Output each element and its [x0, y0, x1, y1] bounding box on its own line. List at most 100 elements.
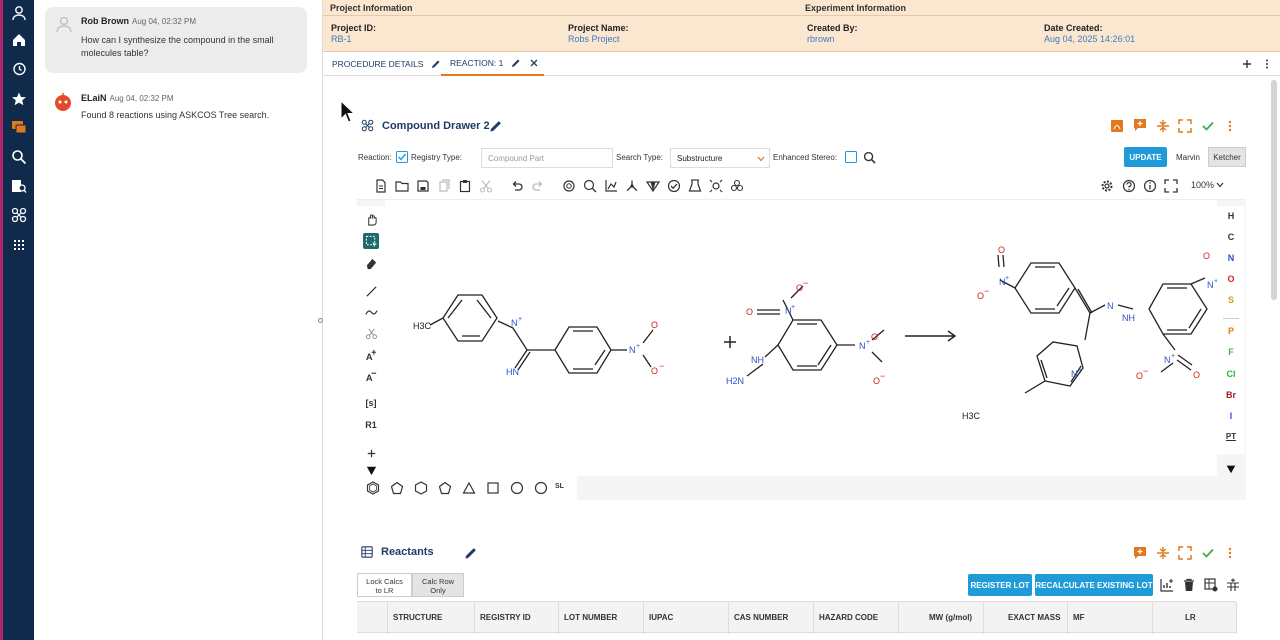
check-icon[interactable]: [1200, 118, 1216, 134]
column-header[interactable]: STRUCTURE: [393, 613, 442, 622]
charge-plus-icon[interactable]: A: [363, 347, 379, 363]
open-folder-icon[interactable]: [395, 179, 409, 193]
stereo-icon[interactable]: [645, 179, 661, 193]
atom-button[interactable]: S: [1217, 295, 1245, 311]
calc-row-only-button[interactable]: Calc Row Only: [412, 573, 464, 597]
atom-button[interactable]: PT: [1217, 432, 1245, 448]
atom-button[interactable]: F: [1217, 347, 1245, 363]
benzene-template-icon[interactable]: [366, 481, 380, 495]
edit-title-icon[interactable]: [463, 545, 479, 561]
dearomatize-icon[interactable]: [583, 179, 597, 193]
molecule-canvas[interactable]: H3C N + HN N + O O − O N + O − NH H2N N …: [385, 200, 1217, 476]
cyclopropane-template-icon[interactable]: [462, 481, 476, 495]
atom-button[interactable]: Br: [1217, 390, 1245, 406]
column-header[interactable]: IUPAC: [649, 613, 673, 622]
user-icon[interactable]: [8, 2, 30, 24]
check-icon[interactable]: [1200, 545, 1216, 561]
reaction-checkbox[interactable]: [396, 151, 408, 163]
more-vert-icon[interactable]: [1222, 545, 1238, 561]
edit-title-icon[interactable]: [488, 118, 504, 134]
copy-icon[interactable]: [437, 179, 451, 193]
s-group-tool[interactable]: [s]: [363, 395, 379, 411]
calculate-icon[interactable]: [688, 179, 702, 193]
expand-icon[interactable]: [1177, 118, 1193, 134]
lock-calcs-button[interactable]: Lock Calcs to LR: [357, 573, 412, 597]
save-icon[interactable]: [416, 179, 430, 193]
zoom-select[interactable]: 100%: [1191, 180, 1224, 190]
more-vert-icon[interactable]: [1259, 56, 1275, 72]
column-header[interactable]: MW (g/mol): [929, 613, 972, 622]
edit-icon[interactable]: [511, 58, 521, 68]
cyclooctane-template-icon[interactable]: [534, 481, 548, 495]
close-icon[interactable]: [529, 58, 539, 68]
settings-icon[interactable]: [1100, 179, 1114, 193]
add-column-icon[interactable]: [1225, 577, 1241, 593]
chain-tool-icon[interactable]: [363, 304, 379, 320]
add-comment-icon[interactable]: [1132, 545, 1148, 561]
cyclopentadiene-template-icon[interactable]: [390, 481, 404, 495]
plus-tool-icon[interactable]: [363, 445, 379, 461]
atom-button[interactable]: Cl: [1217, 369, 1245, 385]
template-3d-icon[interactable]: [730, 179, 744, 193]
more-vert-icon[interactable]: [1222, 118, 1238, 134]
new-file-icon[interactable]: [374, 179, 388, 193]
check-structure-icon[interactable]: [667, 179, 681, 193]
atom-button[interactable]: H: [1217, 211, 1245, 227]
column-header[interactable]: HAZARD CODE: [819, 613, 878, 622]
eraser-icon[interactable]: [363, 255, 379, 271]
apps-grid-icon[interactable]: [8, 234, 30, 256]
help-icon[interactable]: [1122, 179, 1136, 193]
explicit-h-icon[interactable]: [709, 179, 723, 193]
column-header[interactable]: EXACT MASS: [1008, 613, 1060, 622]
add-comment-icon[interactable]: [1132, 117, 1148, 133]
atom-button[interactable]: P: [1217, 326, 1245, 342]
redo-icon[interactable]: [531, 179, 545, 193]
add-chart-icon[interactable]: [1159, 577, 1175, 593]
hand-tool-icon[interactable]: [363, 211, 379, 227]
atom-button[interactable]: N: [1217, 253, 1245, 269]
template-library-button[interactable]: SL: [555, 483, 564, 490]
atom-button[interactable]: I: [1217, 411, 1245, 427]
ketcher-button[interactable]: Ketcher: [1208, 147, 1246, 167]
marvin-button[interactable]: Marvin: [1170, 147, 1206, 167]
fullscreen-icon[interactable]: [1164, 179, 1178, 193]
recalculate-lot-button[interactable]: RECALCULATE EXISTING LOT: [1035, 574, 1153, 596]
enhanced-stereo-checkbox[interactable]: [845, 151, 857, 163]
star-icon[interactable]: [8, 88, 30, 110]
cut-icon[interactable]: [479, 179, 493, 193]
column-header[interactable]: CAS NUMBER: [734, 613, 788, 622]
tab-procedure-details[interactable]: PROCEDURE DETAILS: [332, 52, 442, 76]
column-header[interactable]: LR: [1185, 613, 1196, 622]
history-icon[interactable]: [8, 58, 30, 80]
table-settings-icon[interactable]: [1203, 577, 1219, 593]
search-icon[interactable]: [863, 151, 876, 164]
update-button[interactable]: UPDATE: [1124, 147, 1167, 167]
compound-part-input[interactable]: Compound Part: [481, 148, 613, 168]
column-header[interactable]: MF: [1073, 613, 1085, 622]
clean-icon[interactable]: [625, 179, 639, 193]
cyclohexane-template-icon[interactable]: [414, 481, 428, 495]
search-icon[interactable]: [8, 146, 30, 168]
info-icon[interactable]: [1143, 179, 1157, 193]
pdf-icon[interactable]: [1109, 118, 1125, 134]
atom-button[interactable]: C: [1217, 232, 1245, 248]
select-tool-icon[interactable]: [363, 233, 379, 249]
molecule-icon[interactable]: [8, 204, 30, 226]
cyclobutane-template-icon[interactable]: [486, 481, 500, 495]
column-header[interactable]: LOT NUMBER: [564, 613, 617, 622]
search-type-select[interactable]: Substructure: [670, 148, 770, 168]
edit-icon[interactable]: [431, 59, 441, 69]
layout-icon[interactable]: [604, 179, 618, 193]
aromatize-icon[interactable]: [562, 179, 576, 193]
split-icon[interactable]: [1155, 118, 1171, 134]
caret-down-icon[interactable]: [1225, 462, 1237, 480]
chat-icon[interactable]: [8, 116, 30, 138]
charge-minus-icon[interactable]: A: [363, 368, 379, 384]
expand-icon[interactable]: [1177, 545, 1193, 561]
add-tab-icon[interactable]: [1239, 56, 1255, 72]
split-icon[interactable]: [1155, 545, 1171, 561]
cycloheptane-template-icon[interactable]: [510, 481, 524, 495]
home-icon[interactable]: [8, 29, 30, 51]
rgroup-tool-icon[interactable]: [363, 325, 379, 341]
undo-icon[interactable]: [510, 179, 524, 193]
